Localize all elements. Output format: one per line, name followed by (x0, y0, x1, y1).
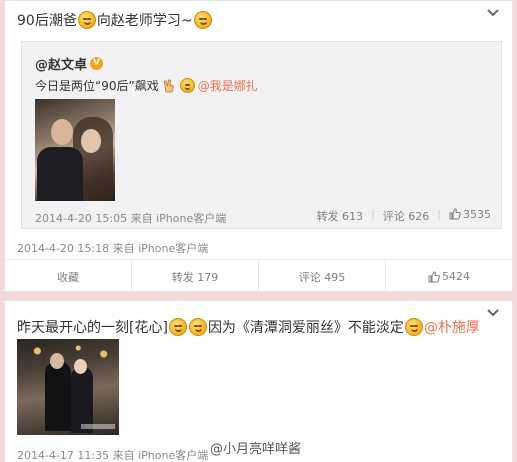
post-text-part: 昨天最开心的一刻[花心] (17, 320, 168, 336)
like-count: 5424 (442, 270, 470, 283)
watermark: @小月亮咩咩酱 (210, 442, 302, 457)
mention-link[interactable]: @朴施厚 (424, 317, 480, 337)
post-meta: 2014-4-17 11:35 来自 iPhone客户端 (17, 447, 208, 462)
post-text-part: 90后潮爸 (17, 13, 77, 29)
victory-hand-icon (163, 79, 174, 92)
thumb-up-icon (449, 208, 461, 220)
grin-emoji-icon (179, 78, 195, 93)
post-source: 来自 iPhone客户端 (112, 242, 209, 255)
quote-comment-link[interactable]: 评论 626 (383, 208, 430, 224)
grin-emoji-icon (404, 318, 423, 336)
chevron-down-icon[interactable] (486, 308, 500, 318)
quote-repost-link[interactable]: 转发 613 (317, 208, 364, 224)
post-text: 昨天最开心的一刻[花心] 因为《清潭洞爱丽丝》不能淡定 @朴施厚 (17, 317, 480, 337)
grin-emoji-icon (193, 11, 212, 29)
like-button[interactable]: 5424 (385, 260, 512, 293)
grin-emoji-icon (77, 11, 96, 29)
quote-source: 来自 iPhone客户端 (130, 212, 227, 225)
verified-badge-icon: V (90, 57, 104, 70)
action-bar: 收藏 转发 179 评论 495 5424 (5, 260, 512, 293)
chevron-down-icon[interactable] (486, 8, 500, 18)
quote-timestamp[interactable]: 2014-4-20 15:05 (35, 212, 127, 225)
comment-button[interactable]: 评论 495 (258, 260, 385, 293)
quote-actions: 转发 613 | 评论 626 | 3535 (317, 208, 491, 224)
divider: | (437, 208, 441, 221)
grin-emoji-icon (168, 318, 187, 336)
grin-emoji-icon (188, 318, 207, 336)
quote-text: 今日是两位“90后”飙戏 @我是娜扎 (35, 77, 258, 94)
mention-link[interactable]: @我是娜扎 (198, 77, 258, 94)
post-text-part: 因为《清潭洞爱丽丝》不能淡定 (207, 320, 404, 336)
post-meta: 2014-4-20 15:18 来自 iPhone客户端 (17, 240, 208, 256)
quote-meta: 2014-4-20 15:05 来自 iPhone客户端 (35, 210, 226, 226)
quote-like-count: 3535 (463, 208, 491, 221)
quote-like-button[interactable]: 3535 (449, 208, 491, 224)
divider: | (371, 208, 375, 221)
quote-author-name[interactable]: @赵文卓 (35, 54, 87, 73)
post-source: 来自 iPhone客户端 (112, 449, 209, 462)
thumb-up-icon (428, 270, 440, 282)
post-text-part: 向赵老师学习~ (96, 13, 193, 29)
post-text: 90后潮爸 向赵老师学习~ (17, 10, 213, 30)
quote-author[interactable]: @赵文卓 V (35, 54, 104, 73)
post-photo[interactable] (17, 339, 119, 435)
quoted-post: @赵文卓 V 今日是两位“90后”飙戏 @我是娜扎 2014-4-20 15:0… (21, 41, 502, 229)
quote-photo[interactable] (35, 99, 115, 201)
post-timestamp[interactable]: 2014-4-20 15:18 (17, 242, 109, 255)
quote-text-body: 今日是两位“90后”飙戏 (35, 79, 159, 93)
feed-post-1: 90后潮爸 向赵老师学习~ @赵文卓 V 今日是两位“90后”飙戏 @我是娜扎 … (4, 0, 513, 293)
post-timestamp[interactable]: 2014-4-17 11:35 (17, 449, 109, 462)
favorite-button[interactable]: 收藏 (5, 260, 131, 293)
repost-button[interactable]: 转发 179 (131, 260, 258, 293)
